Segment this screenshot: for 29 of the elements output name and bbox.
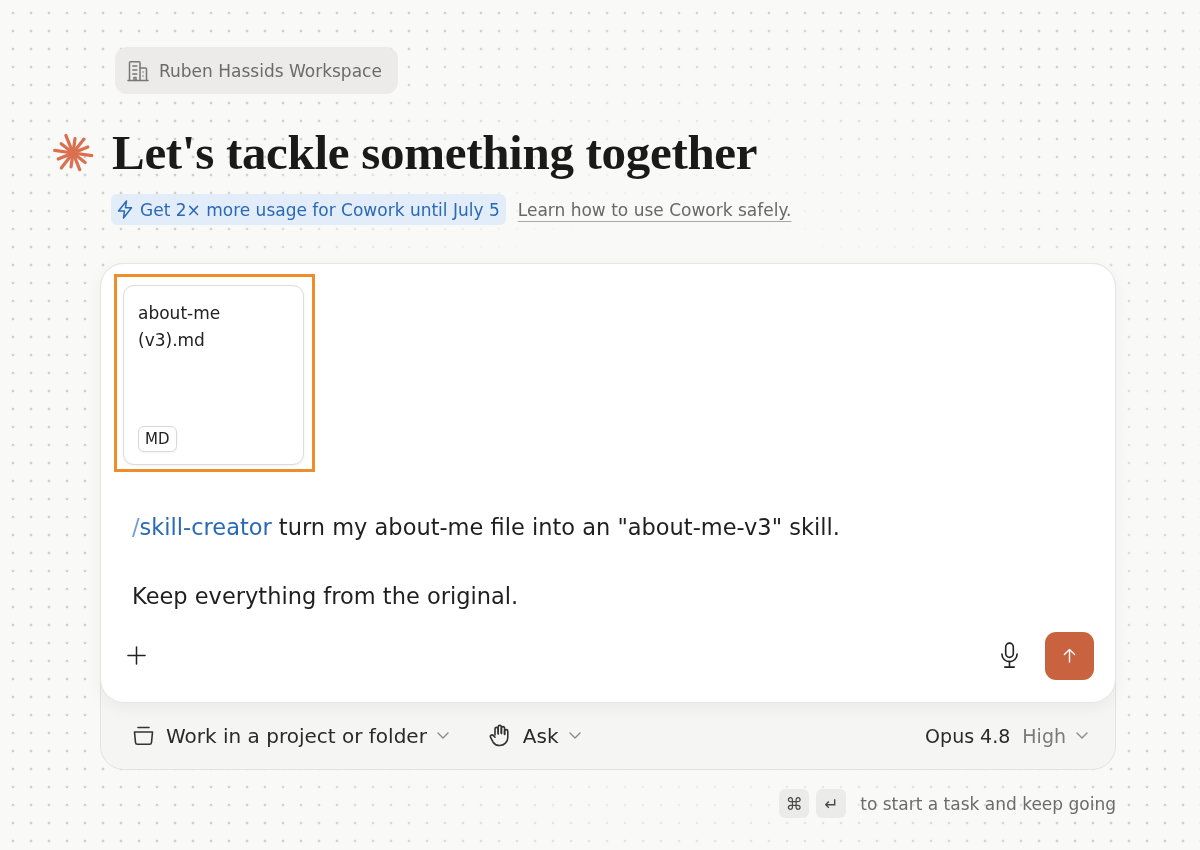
page-heading: Let's tackle something together bbox=[112, 125, 758, 180]
arrow-up-icon bbox=[1063, 648, 1076, 663]
building-icon bbox=[127, 59, 149, 82]
lightning-icon bbox=[117, 200, 133, 219]
starburst-icon bbox=[52, 131, 94, 174]
project-selector[interactable]: Work in a project or folder bbox=[133, 723, 449, 748]
key-cap: ↵ bbox=[816, 789, 847, 818]
promo-button[interactable]: Get 2× more usage for Cowork until July 5 bbox=[111, 194, 506, 225]
hand-icon bbox=[488, 724, 511, 747]
key-cap: ⌘ bbox=[779, 789, 810, 818]
attachment-card[interactable]: about-me (v3).md MD bbox=[123, 285, 304, 465]
workspace-button[interactable]: Ruben Hassids Workspace bbox=[115, 47, 398, 94]
slash-command: /skill-creator bbox=[132, 514, 272, 540]
chevron-down-icon bbox=[436, 732, 449, 739]
safety-link[interactable]: Learn how to use Cowork safely. bbox=[517, 199, 792, 220]
mode-selector[interactable]: Ask bbox=[488, 723, 581, 748]
prompt-field[interactable]: /skill-creator turn my about-me file into an "about-me-v3" skill. Keep everything from the original. bbox=[132, 510, 1094, 614]
file-name: about-me (v3).md bbox=[138, 302, 222, 352]
chevron-down-icon bbox=[568, 732, 581, 739]
file-type-label: MD bbox=[138, 426, 177, 452]
prompt-text: turn my about-me file into an "about-me-v3" skill. bbox=[278, 514, 840, 540]
tray-icon bbox=[133, 725, 154, 746]
send-button[interactable] bbox=[1045, 631, 1094, 680]
prompt-text: Keep everything from the original. bbox=[132, 583, 519, 609]
chevron-down-icon bbox=[1076, 732, 1088, 739]
plus-icon bbox=[126, 646, 146, 665]
microphone-icon bbox=[999, 642, 1019, 669]
model-selector[interactable]: Opus 4.8 High bbox=[925, 724, 1088, 747]
hint-text: to start a task and keep going bbox=[860, 793, 1116, 814]
